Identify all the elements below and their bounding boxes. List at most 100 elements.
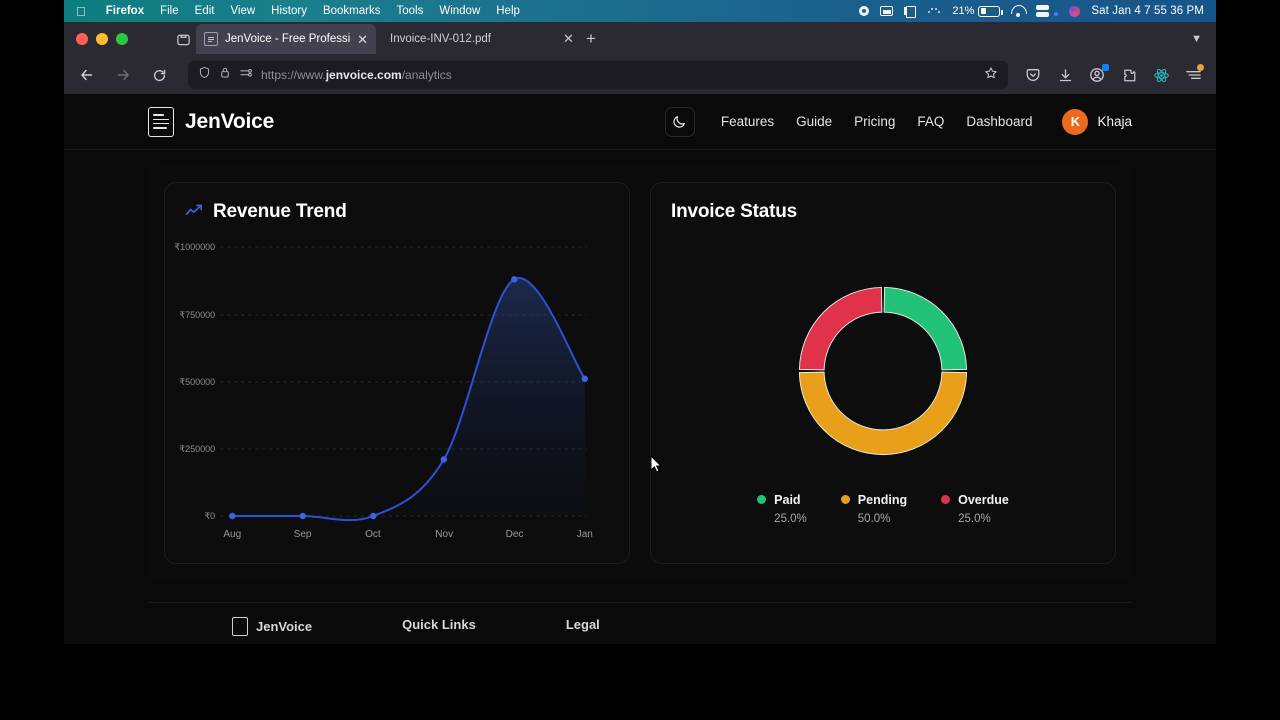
menu-item-file[interactable]: File — [152, 5, 187, 17]
revenue-trend-title-row: Revenue Trend — [185, 201, 609, 223]
revenue-line-chart[interactable]: ₹1000000 ₹750000 ₹500000 ₹250000 ₹0 Aug … — [165, 235, 629, 565]
close-window-button[interactable] — [76, 33, 88, 45]
invoice-status-donut-chart[interactable] — [788, 276, 978, 466]
menu-item-edit[interactable]: Edit — [187, 5, 223, 17]
url-bar[interactable]: https://www.jenvoice.com/analytics — [188, 61, 1008, 89]
maximize-window-button[interactable] — [116, 33, 128, 45]
analytics-main: Revenue Trend ₹1000000 ₹750000 ₹500000 ₹… — [64, 150, 1216, 644]
data-point-Jan[interactable] — [581, 375, 589, 383]
data-point-Dec[interactable] — [511, 276, 518, 283]
donut-legend: Paid 25.0% Pending 50.0% Overdue 25.0% — [651, 491, 1115, 527]
user-name: Khaja — [1097, 114, 1132, 129]
close-icon[interactable]: ✕ — [357, 33, 368, 46]
site-footer: JenVoice Quick Links Legal — [148, 602, 1132, 644]
menu-item-history[interactable]: History — [263, 5, 315, 17]
back-arrow-icon[interactable] — [72, 61, 102, 89]
user-menu[interactable]: K Khaja — [1062, 108, 1132, 135]
x-tick-jan: Jan — [577, 529, 593, 540]
downloads-icon[interactable] — [1054, 64, 1076, 86]
footer-brand-col: JenVoice — [232, 617, 312, 644]
record-icon[interactable] — [859, 6, 870, 16]
legend-label: Paid — [774, 493, 801, 507]
wifi-icon[interactable] — [1011, 4, 1028, 17]
donut-slice-pending[interactable] — [798, 371, 968, 455]
url-text[interactable]: https://www.jenvoice.com/analytics — [261, 68, 976, 82]
pocket-icon[interactable] — [1022, 64, 1044, 86]
x-tick-aug: Aug — [223, 529, 241, 540]
battery-icon — [978, 5, 1003, 17]
tab-invoice-pdf[interactable]: Invoice-INV-012.pdf — [376, 24, 499, 54]
moon-icon[interactable] — [664, 106, 695, 137]
legend-item-pending[interactable]: Pending 50.0% — [840, 491, 907, 527]
nav-link-faq[interactable]: FAQ — [917, 114, 944, 129]
menu-item-bookmarks[interactable]: Bookmarks — [315, 5, 389, 17]
data-point-Sep[interactable] — [299, 512, 307, 520]
legend-item-paid[interactable]: Paid 25.0% — [757, 491, 807, 527]
legend-value: 25.0% — [774, 513, 807, 525]
x-tick-nov: Nov — [435, 529, 453, 540]
control-center-icon[interactable] — [880, 6, 894, 16]
new-tab-button[interactable]: + — [578, 26, 604, 52]
reload-icon[interactable] — [144, 61, 174, 89]
y-tick-0: ₹0 — [204, 511, 215, 521]
y-tick-250000: ₹250000 — [179, 444, 215, 454]
forward-arrow-icon[interactable] — [108, 61, 138, 89]
nav-link-features[interactable]: Features — [721, 114, 774, 129]
legend-item-overdue[interactable]: Overdue 25.0% — [941, 491, 1009, 527]
menu-item-view[interactable]: View — [222, 5, 263, 17]
avatar: K — [1062, 108, 1089, 135]
donut-slice-overdue[interactable] — [798, 286, 883, 371]
siri-icon[interactable] — [1069, 5, 1081, 17]
dots-icon[interactable] — [927, 5, 941, 18]
data-point-Aug[interactable] — [229, 512, 236, 520]
screen-mirroring-icon[interactable] — [904, 6, 917, 18]
list-all-tabs-icon[interactable] — [170, 26, 196, 52]
menu-item-help[interactable]: Help — [488, 5, 528, 17]
extension-icon[interactable] — [1118, 64, 1140, 86]
apple-icon[interactable]:  — [76, 5, 86, 18]
menubar-clock[interactable]: Sat Jan 4 7 55 36 PM — [1091, 5, 1204, 17]
footer-brand: JenVoice — [232, 617, 312, 636]
window-traffic-lights — [72, 33, 134, 45]
account-icon[interactable] — [1086, 64, 1109, 86]
shield-icon[interactable] — [198, 66, 211, 84]
legend-swatch-overdue — [941, 495, 951, 504]
trending-up-icon — [185, 201, 204, 223]
nav-link-dashboard[interactable]: Dashboard — [966, 114, 1032, 129]
chevron-down-icon[interactable]: ▼ — [1191, 33, 1208, 45]
menu-item-firefox[interactable]: Firefox — [98, 5, 152, 17]
legend-value: 25.0% — [958, 513, 991, 525]
menu-item-window[interactable]: Window — [431, 5, 488, 17]
app-menu-icon[interactable] — [1182, 64, 1204, 86]
legend-swatch-pending — [840, 495, 850, 504]
legend-swatch-paid — [757, 495, 767, 504]
close-icon[interactable]: ✕ — [563, 31, 574, 47]
tab-jenvoice[interactable]: JenVoice - Free Professional Inv ✕ — [196, 24, 376, 54]
footer-legal-col: Legal — [566, 617, 600, 644]
nav-link-guide[interactable]: Guide — [796, 114, 832, 129]
minimize-window-button[interactable] — [96, 33, 108, 45]
toolbar-icons — [1022, 64, 1208, 86]
brand[interactable]: JenVoice — [148, 106, 274, 137]
revenue-trend-card: Revenue Trend ₹1000000 ₹750000 ₹500000 ₹… — [164, 182, 630, 564]
battery-indicator[interactable]: 21% — [952, 5, 1003, 17]
server-icon[interactable] — [1036, 5, 1050, 17]
react-devtools-icon[interactable] — [1150, 64, 1172, 86]
donut-slice-paid[interactable] — [883, 286, 968, 371]
x-tick-dec: Dec — [506, 529, 524, 540]
url-scheme: https://www. — [261, 68, 326, 82]
battery-percent-label: 21% — [952, 5, 975, 17]
menu-item-tools[interactable]: Tools — [388, 5, 431, 17]
nav-link-pricing[interactable]: Pricing — [854, 114, 895, 129]
y-tick-1000000: ₹1000000 — [174, 242, 215, 252]
footer-brand-name: JenVoice — [256, 619, 313, 634]
lock-icon[interactable] — [219, 66, 231, 84]
star-icon[interactable] — [984, 66, 998, 85]
data-point-Oct[interactable] — [370, 512, 377, 520]
page-permissions-icon[interactable] — [239, 66, 253, 84]
firefox-window: JenVoice - Free Professional Inv ✕ Invoi… — [64, 22, 1216, 644]
document-icon — [204, 32, 218, 46]
tab-bar: JenVoice - Free Professional Inv ✕ Invoi… — [64, 22, 1216, 56]
data-point-Nov[interactable] — [440, 456, 448, 463]
url-domain: jenvoice.com — [325, 68, 402, 82]
